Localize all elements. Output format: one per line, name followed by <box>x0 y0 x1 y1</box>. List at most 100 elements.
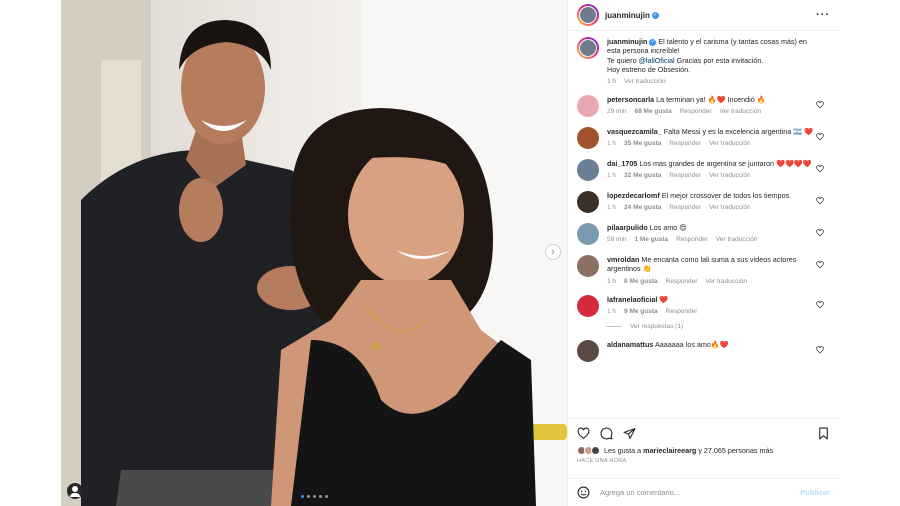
commenter-avatar[interactable] <box>577 127 599 150</box>
comment-time[interactable]: 1 h <box>607 140 616 147</box>
publish-button[interactable]: Publicar <box>800 488 830 497</box>
caption-line3: Hoy estreno de Obsesión. <box>607 64 691 74</box>
comment-likes[interactable]: 32 Me gusta <box>624 172 661 179</box>
comment-likes[interactable]: 35 Me gusta <box>624 140 661 147</box>
comment-row: vmroldan Me encanta como lali suma a sus… <box>577 255 830 285</box>
comment-input[interactable] <box>600 488 791 497</box>
comment-username[interactable]: aldanamattus <box>607 340 653 349</box>
comment-likes[interactable]: 9 Me gusta <box>624 308 658 315</box>
author-username[interactable]: juanminujin <box>605 11 650 20</box>
post-photo[interactable]: › <box>61 0 567 506</box>
author-avatar[interactable] <box>577 4 599 26</box>
comment-likes[interactable]: 68 Me gusta <box>635 108 672 115</box>
view-replies-label[interactable]: Ver respuestas (1) <box>630 323 683 330</box>
carousel-dots <box>61 495 567 498</box>
comment-row: petersoncarla La terminan ya! 🔥❤️ Incend… <box>577 95 830 118</box>
post-actions: Les gusta a marieclaireearg y 27.065 per… <box>568 418 839 506</box>
comment-like-heart-icon[interactable] <box>816 301 824 309</box>
carousel-dot-active <box>300 495 304 498</box>
commenter-avatar[interactable] <box>577 95 599 118</box>
comment-text: El mejor crossover de todos los tiempos <box>661 191 790 201</box>
comment-text: La terminan ya! 🔥❤️ Incendió 🔥 <box>656 95 766 105</box>
comment-like-heart-icon[interactable] <box>816 101 824 109</box>
commenter-avatar[interactable] <box>577 191 599 214</box>
comment-username[interactable]: dai_1705 <box>607 159 637 168</box>
comment-time[interactable]: 1 h <box>607 172 616 179</box>
comment-translate-link[interactable]: Ver traducción <box>709 172 751 179</box>
likes-user-link[interactable]: marieclaireearg <box>643 446 696 455</box>
comment-username[interactable]: pilaarpulido <box>607 223 648 232</box>
comment-reply-link[interactable]: Responder <box>666 308 698 315</box>
comment-like-heart-icon[interactable] <box>816 261 824 269</box>
commenter-avatar[interactable] <box>577 339 599 362</box>
commenter-avatar[interactable] <box>577 255 599 278</box>
likes-prefix: Les gusta a <box>604 446 644 455</box>
comment-translate-link[interactable]: Ver traducción <box>720 108 762 115</box>
caption-avatar[interactable] <box>577 37 599 59</box>
comment-username[interactable]: lafranelaoficial <box>607 295 657 304</box>
add-comment-bar: Publicar <box>568 478 839 506</box>
like-heart-icon[interactable] <box>577 427 590 440</box>
comment-likes[interactable]: 8 Me gusta <box>624 278 658 285</box>
commenter-avatar[interactable] <box>577 294 599 317</box>
comment-time[interactable]: 29 min <box>607 108 627 115</box>
comment-reply-link[interactable]: Responder <box>669 204 701 211</box>
caption-line2-suffix: Gracias por esta invitación. <box>674 55 764 65</box>
save-bookmark-icon[interactable] <box>817 427 830 440</box>
view-replies-link[interactable]: Ver respuestas (1) <box>606 323 830 330</box>
comment-time[interactable]: 1 h <box>607 308 616 315</box>
replies-divider <box>606 325 622 327</box>
comment-like-heart-icon[interactable] <box>816 346 824 354</box>
comment-username[interactable]: petersoncarla <box>607 95 654 104</box>
comment-reply-link[interactable]: Responder <box>676 236 708 243</box>
caption-time[interactable]: 1 h <box>607 78 616 85</box>
carousel-dot <box>324 495 328 498</box>
comment-reply-link[interactable]: Responder <box>666 278 698 285</box>
caption-mention-link[interactable]: @laliOficial <box>639 56 675 65</box>
commenter-avatar[interactable] <box>577 159 599 182</box>
post-side-panel: juanminujin ✓ ··· juanminujin ✓ El talent… <box>567 0 839 506</box>
next-slide-button[interactable]: › <box>545 244 561 260</box>
post-timestamp[interactable]: HACE UNA HORA <box>568 455 839 464</box>
emoji-picker-icon[interactable] <box>577 486 590 499</box>
comment-reply-link[interactable]: Responder <box>680 108 712 115</box>
comment-row: lopezdecarlomf El mejor crossover de tod… <box>577 191 830 214</box>
comment-likes[interactable]: 24 Me gusta <box>624 204 661 211</box>
share-paper-plane-icon[interactable] <box>623 427 636 440</box>
comment-row: dai_1705 Los mas grandes de argentina se… <box>577 159 830 182</box>
comment-username[interactable]: lopezdecarlomf <box>607 191 660 200</box>
comment-like-heart-icon[interactable] <box>816 133 824 141</box>
comment-likes[interactable]: 1 Me gusta <box>635 236 669 243</box>
comment-row: vasquezcamila_ Falta Messi y es la excel… <box>577 127 830 150</box>
commenter-avatar[interactable] <box>577 223 599 246</box>
comment-like-heart-icon[interactable] <box>816 165 824 173</box>
comment-bubble-icon[interactable] <box>600 427 613 440</box>
caption-username[interactable]: juanminujin <box>607 37 647 46</box>
comment-like-heart-icon[interactable] <box>816 229 824 237</box>
more-options-icon[interactable]: ··· <box>816 9 830 21</box>
comment-row: pilaarpulido Los amo 😍 59 min 1 Me gusta Re… <box>577 223 830 246</box>
carousel-dot <box>306 495 310 498</box>
likes-summary: Les gusta a marieclaireearg y 27.065 per… <box>568 440 839 455</box>
comment-text: ❤️ <box>659 294 669 304</box>
caption-translate-link[interactable]: Ver traducción <box>624 78 666 85</box>
comment-time[interactable]: 1 h <box>607 204 616 211</box>
comment-translate-link[interactable]: Ver traducción <box>705 278 747 285</box>
comment-translate-link[interactable]: Ver traducción <box>709 204 751 211</box>
verified-badge-icon: ✓ <box>649 39 657 46</box>
comments-list[interactable]: juanminujin ✓ El talento y el carisma (y … <box>568 32 839 416</box>
comment-translate-link[interactable]: Ver traducción <box>716 236 758 243</box>
comment-username[interactable]: vmroldan <box>607 255 639 264</box>
caption-line2-prefix: Te quiero <box>607 55 639 65</box>
comment-username[interactable]: vasquezcamila_ <box>607 127 662 136</box>
comment-time[interactable]: 59 min <box>607 236 627 243</box>
liker-avatar <box>591 446 600 455</box>
comment-reply-link[interactable]: Responder <box>669 140 701 147</box>
comment-translate-link[interactable]: Ver traducción <box>709 140 751 147</box>
likes-suffix-link[interactable]: y 27.065 personas más <box>696 446 773 455</box>
post-image-illustration <box>61 0 567 506</box>
carousel-dot <box>318 495 322 498</box>
comment-like-heart-icon[interactable] <box>816 197 824 205</box>
comment-reply-link[interactable]: Responder <box>669 172 701 179</box>
comment-time[interactable]: 1 h <box>607 278 616 285</box>
